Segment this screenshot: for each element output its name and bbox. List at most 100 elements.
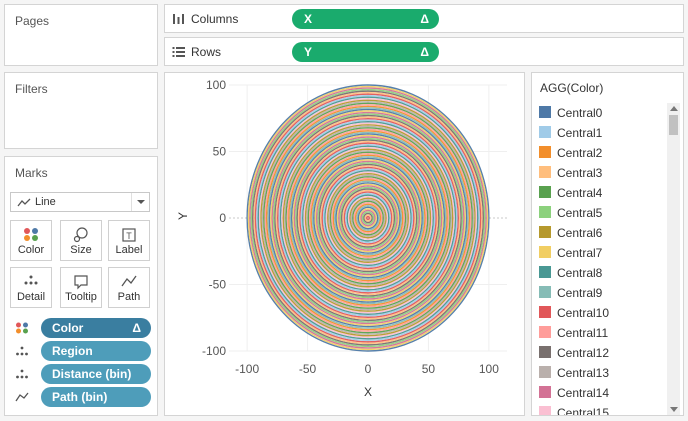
legend-item[interactable]: Central13 (537, 363, 667, 383)
legend-item[interactable]: Central15 (537, 403, 667, 415)
size-button[interactable]: Size (60, 220, 102, 261)
legend-item-label: Central3 (557, 166, 603, 180)
size-icon (73, 227, 88, 243)
x-field-pill[interactable]: X Δ (292, 9, 439, 29)
y-tick-label: 50 (213, 145, 227, 159)
rows-shelf[interactable]: Rows Y Δ (164, 37, 684, 66)
distance-pill-label: Distance (bin) (52, 367, 132, 381)
x-tick-label: 50 (422, 362, 436, 376)
legend-item-label: Central8 (557, 266, 603, 280)
y-field-pill[interactable]: Y Δ (292, 42, 439, 62)
mark-type-dropdown[interactable]: Line (10, 192, 150, 212)
label-button[interactable]: T Label (108, 220, 150, 261)
legend-item-label: Central5 (557, 206, 603, 220)
y-tick-label: 100 (206, 78, 226, 92)
legend-item-label: Central11 (557, 326, 609, 340)
path-bin-field-pill[interactable]: Path (bin) (41, 387, 151, 407)
columns-shelf[interactable]: Columns X Δ (164, 4, 684, 33)
color-pill-label: Color (52, 321, 84, 335)
chevron-down-icon[interactable] (131, 193, 149, 211)
mark-type-label: Line (35, 196, 56, 208)
y-axis-label: Y (176, 212, 190, 220)
legend-item[interactable]: Central14 (537, 383, 667, 403)
marks-card: Marks Line Color Size T Label Detail Too… (4, 156, 158, 416)
legend-swatch (539, 386, 551, 398)
color-dots-icon (16, 322, 28, 334)
path-button[interactable]: Path (108, 267, 150, 308)
region-pill-label: Region (52, 344, 93, 358)
legend-item[interactable]: Central5 (537, 203, 667, 223)
columns-label: Columns (191, 12, 239, 26)
legend-swatch (539, 366, 551, 378)
x-tick-label: -100 (235, 362, 259, 376)
marks-pill-color[interactable]: Color Δ (15, 318, 153, 338)
x-tick-label: 0 (365, 362, 372, 376)
legend-item[interactable]: Central9 (537, 283, 667, 303)
pages-panel[interactable]: Pages (4, 4, 158, 66)
size-button-label: Size (70, 244, 92, 256)
legend-item[interactable]: Central0 (537, 103, 667, 123)
legend-swatch (539, 306, 551, 318)
legend-swatch (539, 206, 551, 218)
legend-swatch (539, 126, 551, 138)
y-tick-label: -100 (202, 344, 226, 358)
legend-item[interactable]: Central2 (537, 143, 667, 163)
detail-icon (24, 275, 38, 285)
scroll-up-icon[interactable] (670, 106, 678, 111)
legend-swatch (539, 346, 551, 358)
legend-scrollbar[interactable] (667, 103, 680, 415)
circle-line-chart[interactable]: -100 -50 0 50 100 100 50 0 -50 -100 X Y (165, 73, 524, 415)
legend-swatch (539, 406, 551, 415)
legend-item-label: Central14 (557, 386, 610, 400)
legend-item-label: Central0 (557, 106, 603, 120)
marks-pill-path[interactable]: Path (bin) (15, 387, 153, 407)
color-button[interactable]: Color (10, 220, 52, 261)
color-button-label: Color (17, 244, 45, 256)
color-legend: AGG(Color) Central0 Central1 Central2 Centr… (531, 72, 684, 416)
region-field-pill[interactable]: Region (41, 341, 151, 361)
filters-panel[interactable]: Filters (4, 72, 158, 149)
legend-item[interactable]: Central12 (537, 343, 667, 363)
x-axis-label: X (364, 385, 372, 399)
legend-item-label: Central7 (557, 246, 603, 260)
x-tick-label: 100 (479, 362, 499, 376)
legend-swatch (539, 326, 551, 338)
delta-icon: Δ (132, 321, 141, 335)
color-field-pill[interactable]: Color Δ (41, 318, 151, 338)
legend-swatch (539, 266, 551, 278)
legend-item[interactable]: Central8 (537, 263, 667, 283)
legend-item[interactable]: Central4 (537, 183, 667, 203)
rows-label: Rows (191, 45, 222, 59)
legend-item-label: Central1 (557, 126, 603, 140)
tooltip-button[interactable]: Tooltip (60, 267, 102, 308)
label-icon: T (122, 228, 136, 242)
detail-button[interactable]: Detail (10, 267, 52, 308)
filters-title: Filters (15, 82, 48, 96)
columns-icon (173, 14, 184, 24)
legend-swatch (539, 166, 551, 178)
distance-bin-field-pill[interactable]: Distance (bin) (41, 364, 151, 384)
legend-item[interactable]: Central10 (537, 303, 667, 323)
tooltip-button-label: Tooltip (65, 291, 97, 303)
x-pill-label: X (304, 12, 313, 26)
marks-pill-region[interactable]: Region (15, 341, 153, 361)
marks-pill-distance[interactable]: Distance (bin) (15, 364, 153, 384)
tooltip-icon (74, 275, 88, 290)
scroll-down-icon[interactable] (670, 407, 678, 412)
legend-item[interactable]: Central11 (537, 323, 667, 343)
legend-item-label: Central9 (557, 286, 603, 300)
legend-item[interactable]: Central6 (537, 223, 667, 243)
y-pill-label: Y (304, 45, 313, 59)
legend-swatch (539, 146, 551, 158)
legend-item-label: Central13 (557, 366, 610, 380)
legend-item[interactable]: Central7 (537, 243, 667, 263)
legend-item-label: Central10 (557, 306, 610, 320)
chart-view[interactable]: -100 -50 0 50 100 100 50 0 -50 -100 X Y (164, 72, 525, 416)
legend-list: Central0 Central1 Central2 Central3 Central4… (537, 103, 667, 415)
path-icon (121, 275, 137, 287)
legend-swatch (539, 226, 551, 238)
legend-item[interactable]: Central3 (537, 163, 667, 183)
detail-button-label: Detail (16, 291, 46, 303)
scroll-thumb[interactable] (669, 115, 678, 135)
legend-item[interactable]: Central1 (537, 123, 667, 143)
